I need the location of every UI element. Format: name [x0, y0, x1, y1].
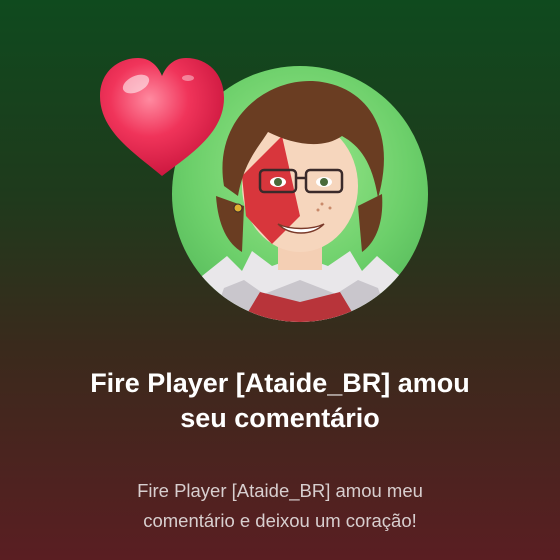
notification-title: Fire Player [Ataide_BR] amou seu comentá… [20, 366, 540, 436]
heart-icon [96, 54, 228, 182]
notification-message-line: comentário e deixou um coração! [143, 510, 417, 531]
notification-title-line: seu comentário [180, 403, 380, 433]
love-notification: Fire Player [Ataide_BR] amou seu comentá… [0, 0, 560, 560]
notification-message: Fire Player [Ataide_BR] amou meu comentá… [40, 476, 520, 536]
notification-title-line: Fire Player [Ataide_BR] amou [90, 368, 470, 398]
notification-message-line: Fire Player [Ataide_BR] amou meu [137, 480, 423, 501]
